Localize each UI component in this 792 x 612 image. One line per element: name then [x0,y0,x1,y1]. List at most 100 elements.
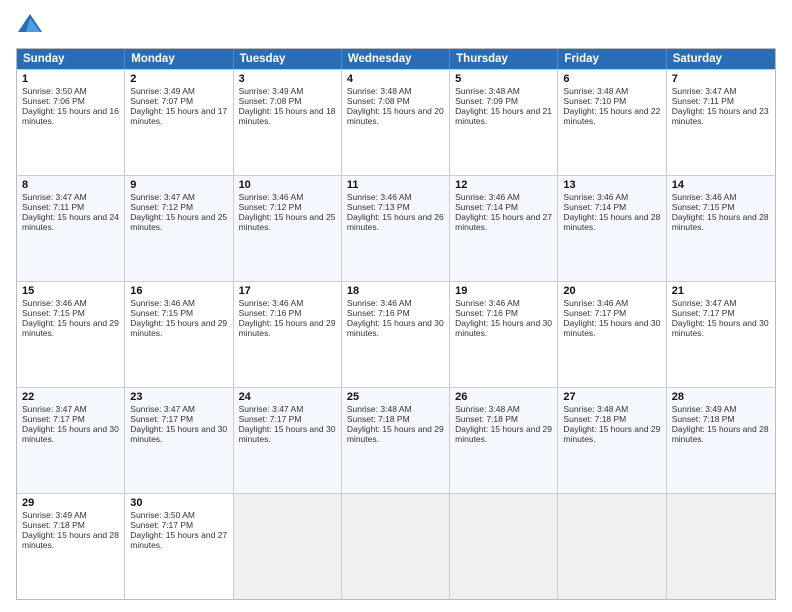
day-cell-5: 5Sunrise: 3:48 AMSunset: 7:09 PMDaylight… [450,70,558,175]
page: SundayMondayTuesdayWednesdayThursdayFrid… [0,0,792,612]
sunset-text: Sunset: 7:15 PM [672,202,770,212]
sunset-text: Sunset: 7:12 PM [130,202,227,212]
day-cell-25: 25Sunrise: 3:48 AMSunset: 7:18 PMDayligh… [342,388,450,493]
daylight-text: Daylight: 15 hours and 22 minutes. [563,106,660,126]
calendar-body: 1Sunrise: 3:50 AMSunset: 7:06 PMDaylight… [17,69,775,599]
sunset-text: Sunset: 7:15 PM [130,308,227,318]
sunrise-text: Sunrise: 3:46 AM [22,298,119,308]
day-cell-7: 7Sunrise: 3:47 AMSunset: 7:11 PMDaylight… [667,70,775,175]
empty-cell [667,494,775,599]
day-cell-19: 19Sunrise: 3:46 AMSunset: 7:16 PMDayligh… [450,282,558,387]
daylight-text: Daylight: 15 hours and 21 minutes. [455,106,552,126]
logo-icon [16,12,44,40]
day-cell-14: 14Sunrise: 3:46 AMSunset: 7:15 PMDayligh… [667,176,775,281]
calendar-row-2: 15Sunrise: 3:46 AMSunset: 7:15 PMDayligh… [17,281,775,387]
daylight-text: Daylight: 15 hours and 20 minutes. [347,106,444,126]
sunrise-text: Sunrise: 3:46 AM [455,298,552,308]
sunrise-text: Sunrise: 3:47 AM [22,404,119,414]
daylight-text: Daylight: 15 hours and 25 minutes. [130,212,227,232]
header [16,12,776,40]
sunrise-text: Sunrise: 3:46 AM [239,192,336,202]
day-number: 30 [130,497,227,509]
daylight-text: Daylight: 15 hours and 26 minutes. [347,212,444,232]
sunset-text: Sunset: 7:11 PM [22,202,119,212]
sunrise-text: Sunrise: 3:48 AM [455,86,552,96]
logo [16,12,48,40]
calendar-row-3: 22Sunrise: 3:47 AMSunset: 7:17 PMDayligh… [17,387,775,493]
daylight-text: Daylight: 15 hours and 29 minutes. [347,424,444,444]
calendar-header: SundayMondayTuesdayWednesdayThursdayFrid… [17,49,775,69]
sunset-text: Sunset: 7:16 PM [455,308,552,318]
sunset-text: Sunset: 7:16 PM [347,308,444,318]
header-day-monday: Monday [125,49,233,69]
day-number: 17 [239,285,336,297]
sunrise-text: Sunrise: 3:47 AM [22,192,119,202]
day-number: 3 [239,73,336,85]
empty-cell [450,494,558,599]
daylight-text: Daylight: 15 hours and 29 minutes. [455,424,552,444]
header-day-friday: Friday [558,49,666,69]
day-number: 27 [563,391,660,403]
daylight-text: Daylight: 15 hours and 28 minutes. [672,212,770,232]
sunrise-text: Sunrise: 3:48 AM [455,404,552,414]
sunrise-text: Sunrise: 3:47 AM [672,298,770,308]
sunrise-text: Sunrise: 3:50 AM [130,510,227,520]
day-number: 28 [672,391,770,403]
sunset-text: Sunset: 7:17 PM [22,414,119,424]
sunrise-text: Sunrise: 3:46 AM [347,298,444,308]
sunset-text: Sunset: 7:18 PM [347,414,444,424]
day-number: 23 [130,391,227,403]
day-number: 2 [130,73,227,85]
daylight-text: Daylight: 15 hours and 29 minutes. [22,318,119,338]
sunset-text: Sunset: 7:18 PM [22,520,119,530]
sunset-text: Sunset: 7:16 PM [239,308,336,318]
day-cell-21: 21Sunrise: 3:47 AMSunset: 7:17 PMDayligh… [667,282,775,387]
daylight-text: Daylight: 15 hours and 29 minutes. [239,318,336,338]
sunrise-text: Sunrise: 3:48 AM [563,404,660,414]
sunrise-text: Sunrise: 3:46 AM [455,192,552,202]
empty-cell [234,494,342,599]
day-cell-10: 10Sunrise: 3:46 AMSunset: 7:12 PMDayligh… [234,176,342,281]
day-number: 16 [130,285,227,297]
sunset-text: Sunset: 7:17 PM [130,520,227,530]
sunset-text: Sunset: 7:18 PM [672,414,770,424]
daylight-text: Daylight: 15 hours and 30 minutes. [130,424,227,444]
day-cell-1: 1Sunrise: 3:50 AMSunset: 7:06 PMDaylight… [17,70,125,175]
day-number: 10 [239,179,336,191]
daylight-text: Daylight: 15 hours and 16 minutes. [22,106,119,126]
sunrise-text: Sunrise: 3:46 AM [563,192,660,202]
day-cell-30: 30Sunrise: 3:50 AMSunset: 7:17 PMDayligh… [125,494,233,599]
sunrise-text: Sunrise: 3:50 AM [22,86,119,96]
sunrise-text: Sunrise: 3:48 AM [347,404,444,414]
day-number: 24 [239,391,336,403]
day-cell-3: 3Sunrise: 3:49 AMSunset: 7:08 PMDaylight… [234,70,342,175]
sunset-text: Sunset: 7:18 PM [563,414,660,424]
sunset-text: Sunset: 7:08 PM [239,96,336,106]
day-cell-17: 17Sunrise: 3:46 AMSunset: 7:16 PMDayligh… [234,282,342,387]
sunset-text: Sunset: 7:10 PM [563,96,660,106]
day-number: 12 [455,179,552,191]
calendar-row-0: 1Sunrise: 3:50 AMSunset: 7:06 PMDaylight… [17,69,775,175]
header-day-thursday: Thursday [450,49,558,69]
day-number: 1 [22,73,119,85]
header-day-wednesday: Wednesday [342,49,450,69]
empty-cell [342,494,450,599]
day-cell-15: 15Sunrise: 3:46 AMSunset: 7:15 PMDayligh… [17,282,125,387]
daylight-text: Daylight: 15 hours and 28 minutes. [22,530,119,550]
daylight-text: Daylight: 15 hours and 25 minutes. [239,212,336,232]
daylight-text: Daylight: 15 hours and 28 minutes. [672,424,770,444]
day-number: 5 [455,73,552,85]
day-cell-20: 20Sunrise: 3:46 AMSunset: 7:17 PMDayligh… [558,282,666,387]
day-number: 6 [563,73,660,85]
day-cell-29: 29Sunrise: 3:49 AMSunset: 7:18 PMDayligh… [17,494,125,599]
sunset-text: Sunset: 7:08 PM [347,96,444,106]
daylight-text: Daylight: 15 hours and 30 minutes. [455,318,552,338]
sunrise-text: Sunrise: 3:46 AM [347,192,444,202]
day-cell-4: 4Sunrise: 3:48 AMSunset: 7:08 PMDaylight… [342,70,450,175]
day-number: 26 [455,391,552,403]
sunrise-text: Sunrise: 3:49 AM [239,86,336,96]
day-number: 21 [672,285,770,297]
sunset-text: Sunset: 7:17 PM [672,308,770,318]
day-cell-27: 27Sunrise: 3:48 AMSunset: 7:18 PMDayligh… [558,388,666,493]
day-number: 29 [22,497,119,509]
